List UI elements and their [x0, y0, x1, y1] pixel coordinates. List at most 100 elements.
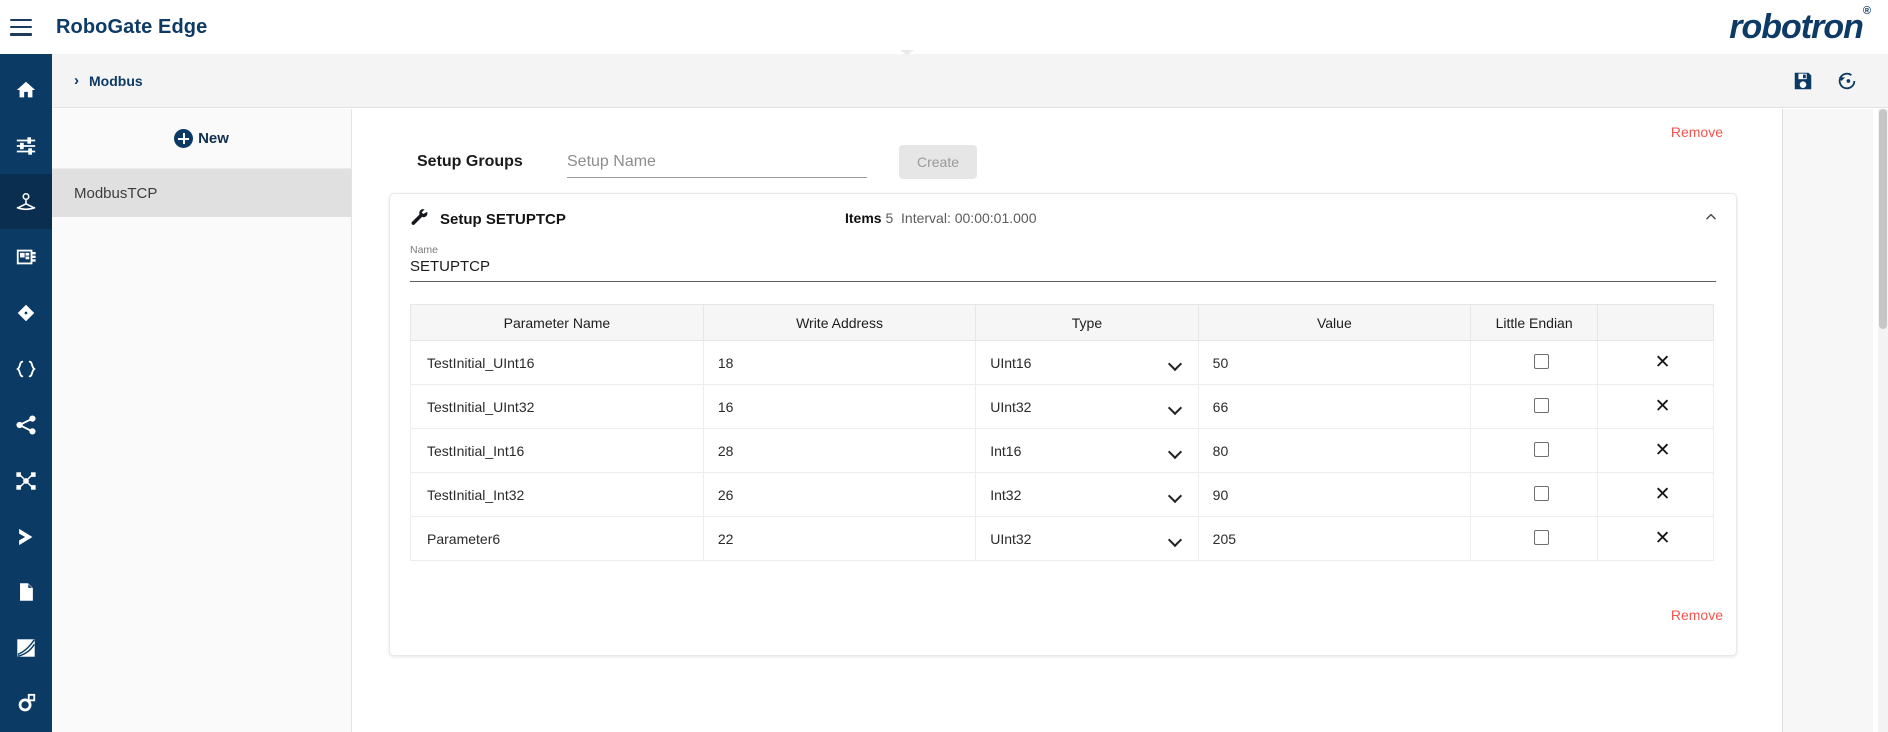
chevron-up-icon[interactable]: [1704, 210, 1718, 224]
rail-item-console[interactable]: [0, 509, 52, 565]
rail-item-signals[interactable]: [0, 620, 52, 676]
cell-parameter-name[interactable]: TestInitial_UInt16: [410, 340, 704, 385]
braces-icon: [16, 360, 36, 378]
cell-value[interactable]: 50: [1197, 340, 1472, 385]
rail-item-json[interactable]: [0, 341, 52, 397]
setup-groups-label: Setup Groups: [417, 153, 523, 170]
brand-logo: robotron®: [1729, 5, 1871, 46]
main-content: Remove Setup Groups Create Setup SETUPTC…: [353, 109, 1873, 732]
new-button[interactable]: New: [52, 109, 351, 169]
rail-item-settings[interactable]: [0, 118, 52, 174]
cell-value[interactable]: 90: [1197, 472, 1472, 517]
cell-value[interactable]: 66: [1197, 384, 1472, 429]
cell-write-address[interactable]: 28: [702, 428, 977, 473]
cell-remove: ✕: [1597, 472, 1714, 517]
type-select-wrapper: UInt16UInt32Int16Int32FloatDouble: [990, 342, 1188, 383]
cell-remove: ✕: [1597, 516, 1714, 561]
groups-list-panel: New ModbusTCP: [52, 109, 352, 732]
cell-type: UInt16UInt32Int16Int32FloatDouble: [975, 340, 1199, 385]
breadcrumb-chevron-icon: ›: [74, 72, 79, 89]
signal-icon: [17, 639, 35, 658]
rail-item-connections[interactable]: [0, 397, 52, 453]
little-endian-checkbox[interactable]: [1533, 529, 1549, 545]
brand-text: robotron: [1729, 8, 1864, 46]
breadcrumb-bar: › Modbus: [52, 54, 1888, 108]
type-select[interactable]: UInt16UInt32Int16Int32FloatDouble: [990, 430, 1188, 471]
rail-item-data[interactable]: [0, 285, 52, 341]
cell-write-address[interactable]: 16: [702, 384, 977, 429]
cell-value[interactable]: 80: [1197, 428, 1472, 473]
cell-write-address[interactable]: 26: [702, 472, 977, 517]
remove-link-top[interactable]: Remove: [1671, 124, 1723, 140]
table-row: TestInitial_UInt1618 UInt16UInt32Int16Int…: [410, 340, 1714, 385]
breadcrumb-actions: [1792, 70, 1858, 92]
close-icon[interactable]: ✕: [1655, 484, 1671, 505]
table-row: TestInitial_Int1628 UInt16UInt32Int16Int3…: [410, 428, 1714, 473]
content-card: Remove Setup Groups Create Setup SETUPTC…: [353, 109, 1783, 732]
setup-name-input[interactable]: [567, 146, 867, 178]
interval-text: Interval: 00:00:01.000: [901, 210, 1037, 226]
breadcrumb-label[interactable]: Modbus: [89, 73, 143, 89]
rail-item-files[interactable]: [0, 564, 52, 620]
cell-parameter-name[interactable]: TestInitial_UInt32: [410, 384, 704, 429]
column-header-write-address: Write Address: [702, 304, 977, 341]
setup-name-field-label: Name: [410, 244, 439, 256]
cell-type: UInt16UInt32Int16Int32FloatDouble: [975, 516, 1199, 561]
cell-type: UInt16UInt32Int16Int32FloatDouble: [975, 384, 1199, 429]
column-header-actions: [1597, 304, 1714, 341]
cell-type: UInt16UInt32Int16Int32FloatDouble: [975, 472, 1199, 517]
rail-item-network[interactable]: [0, 453, 52, 509]
close-icon[interactable]: ✕: [1655, 440, 1671, 461]
close-icon[interactable]: ✕: [1655, 528, 1671, 549]
setup-name-field-value: SETUPTCP: [410, 258, 491, 275]
home-icon: [16, 81, 36, 98]
type-select-wrapper: UInt16UInt32Int16Int32FloatDouble: [990, 386, 1188, 427]
setup-panel-header: Setup SETUPTCP Items 5 Interval: 00:00:0…: [390, 194, 1736, 244]
app-title: RoboGate Edge: [56, 15, 208, 38]
setup-panel: Setup SETUPTCP Items 5 Interval: 00:00:0…: [389, 193, 1737, 656]
rail-item-devices[interactable]: [0, 229, 52, 285]
cell-little-endian: [1470, 340, 1599, 385]
icon-rail: [0, 54, 52, 732]
close-icon[interactable]: ✕: [1655, 352, 1671, 373]
cell-remove: ✕: [1597, 340, 1714, 385]
setup-panel-meta: Items 5 Interval: 00:00:01.000: [845, 210, 1036, 226]
cell-write-address[interactable]: 18: [702, 340, 977, 385]
rail-item-robot[interactable]: [0, 173, 52, 230]
setup-panel-title: Setup SETUPTCP: [440, 210, 566, 228]
create-button[interactable]: Create: [899, 145, 977, 179]
terminal-icon: [19, 528, 33, 545]
new-button-label: New: [198, 130, 229, 147]
share-icon: [16, 415, 36, 435]
vertical-scrollbar[interactable]: [1878, 109, 1888, 732]
little-endian-checkbox[interactable]: [1533, 353, 1549, 369]
save-icon[interactable]: [1792, 70, 1814, 92]
type-select[interactable]: UInt16UInt32Int16Int32FloatDouble: [990, 342, 1188, 383]
little-endian-checkbox[interactable]: [1533, 397, 1549, 413]
type-select[interactable]: UInt16UInt32Int16Int32FloatDouble: [990, 474, 1188, 515]
setup-name-field[interactable]: Name SETUPTCP: [410, 244, 1716, 282]
hamburger-icon[interactable]: [10, 18, 32, 36]
cell-parameter-name[interactable]: TestInitial_Int32: [410, 472, 704, 517]
cell-parameter-name[interactable]: TestInitial_Int16: [410, 428, 704, 473]
type-select[interactable]: UInt16UInt32Int16Int32FloatDouble: [990, 518, 1188, 559]
cell-write-address[interactable]: 22: [702, 516, 977, 561]
column-header-type: Type: [975, 304, 1199, 341]
target-icon: [18, 693, 36, 712]
items-label: Items: [845, 210, 882, 226]
remove-link-bottom[interactable]: Remove: [1671, 607, 1723, 623]
network-icon: [16, 471, 36, 490]
cell-parameter-name[interactable]: Parameter6: [410, 516, 704, 561]
restore-icon[interactable]: [1836, 70, 1858, 92]
rail-item-monitor[interactable]: [0, 676, 52, 732]
close-icon[interactable]: ✕: [1655, 396, 1671, 417]
little-endian-checkbox[interactable]: [1533, 441, 1549, 457]
list-item-modbustcp[interactable]: ModbusTCP: [52, 169, 351, 217]
type-select[interactable]: UInt16UInt32Int16Int32FloatDouble: [990, 386, 1188, 427]
cell-value[interactable]: 205: [1197, 516, 1472, 561]
scrollbar-thumb[interactable]: [1879, 109, 1887, 329]
little-endian-checkbox[interactable]: [1533, 485, 1549, 501]
column-header-value: Value: [1197, 304, 1472, 341]
parameters-table: Parameter Name Write Address Type Value …: [410, 304, 1714, 561]
rail-item-home[interactable]: [0, 62, 52, 118]
